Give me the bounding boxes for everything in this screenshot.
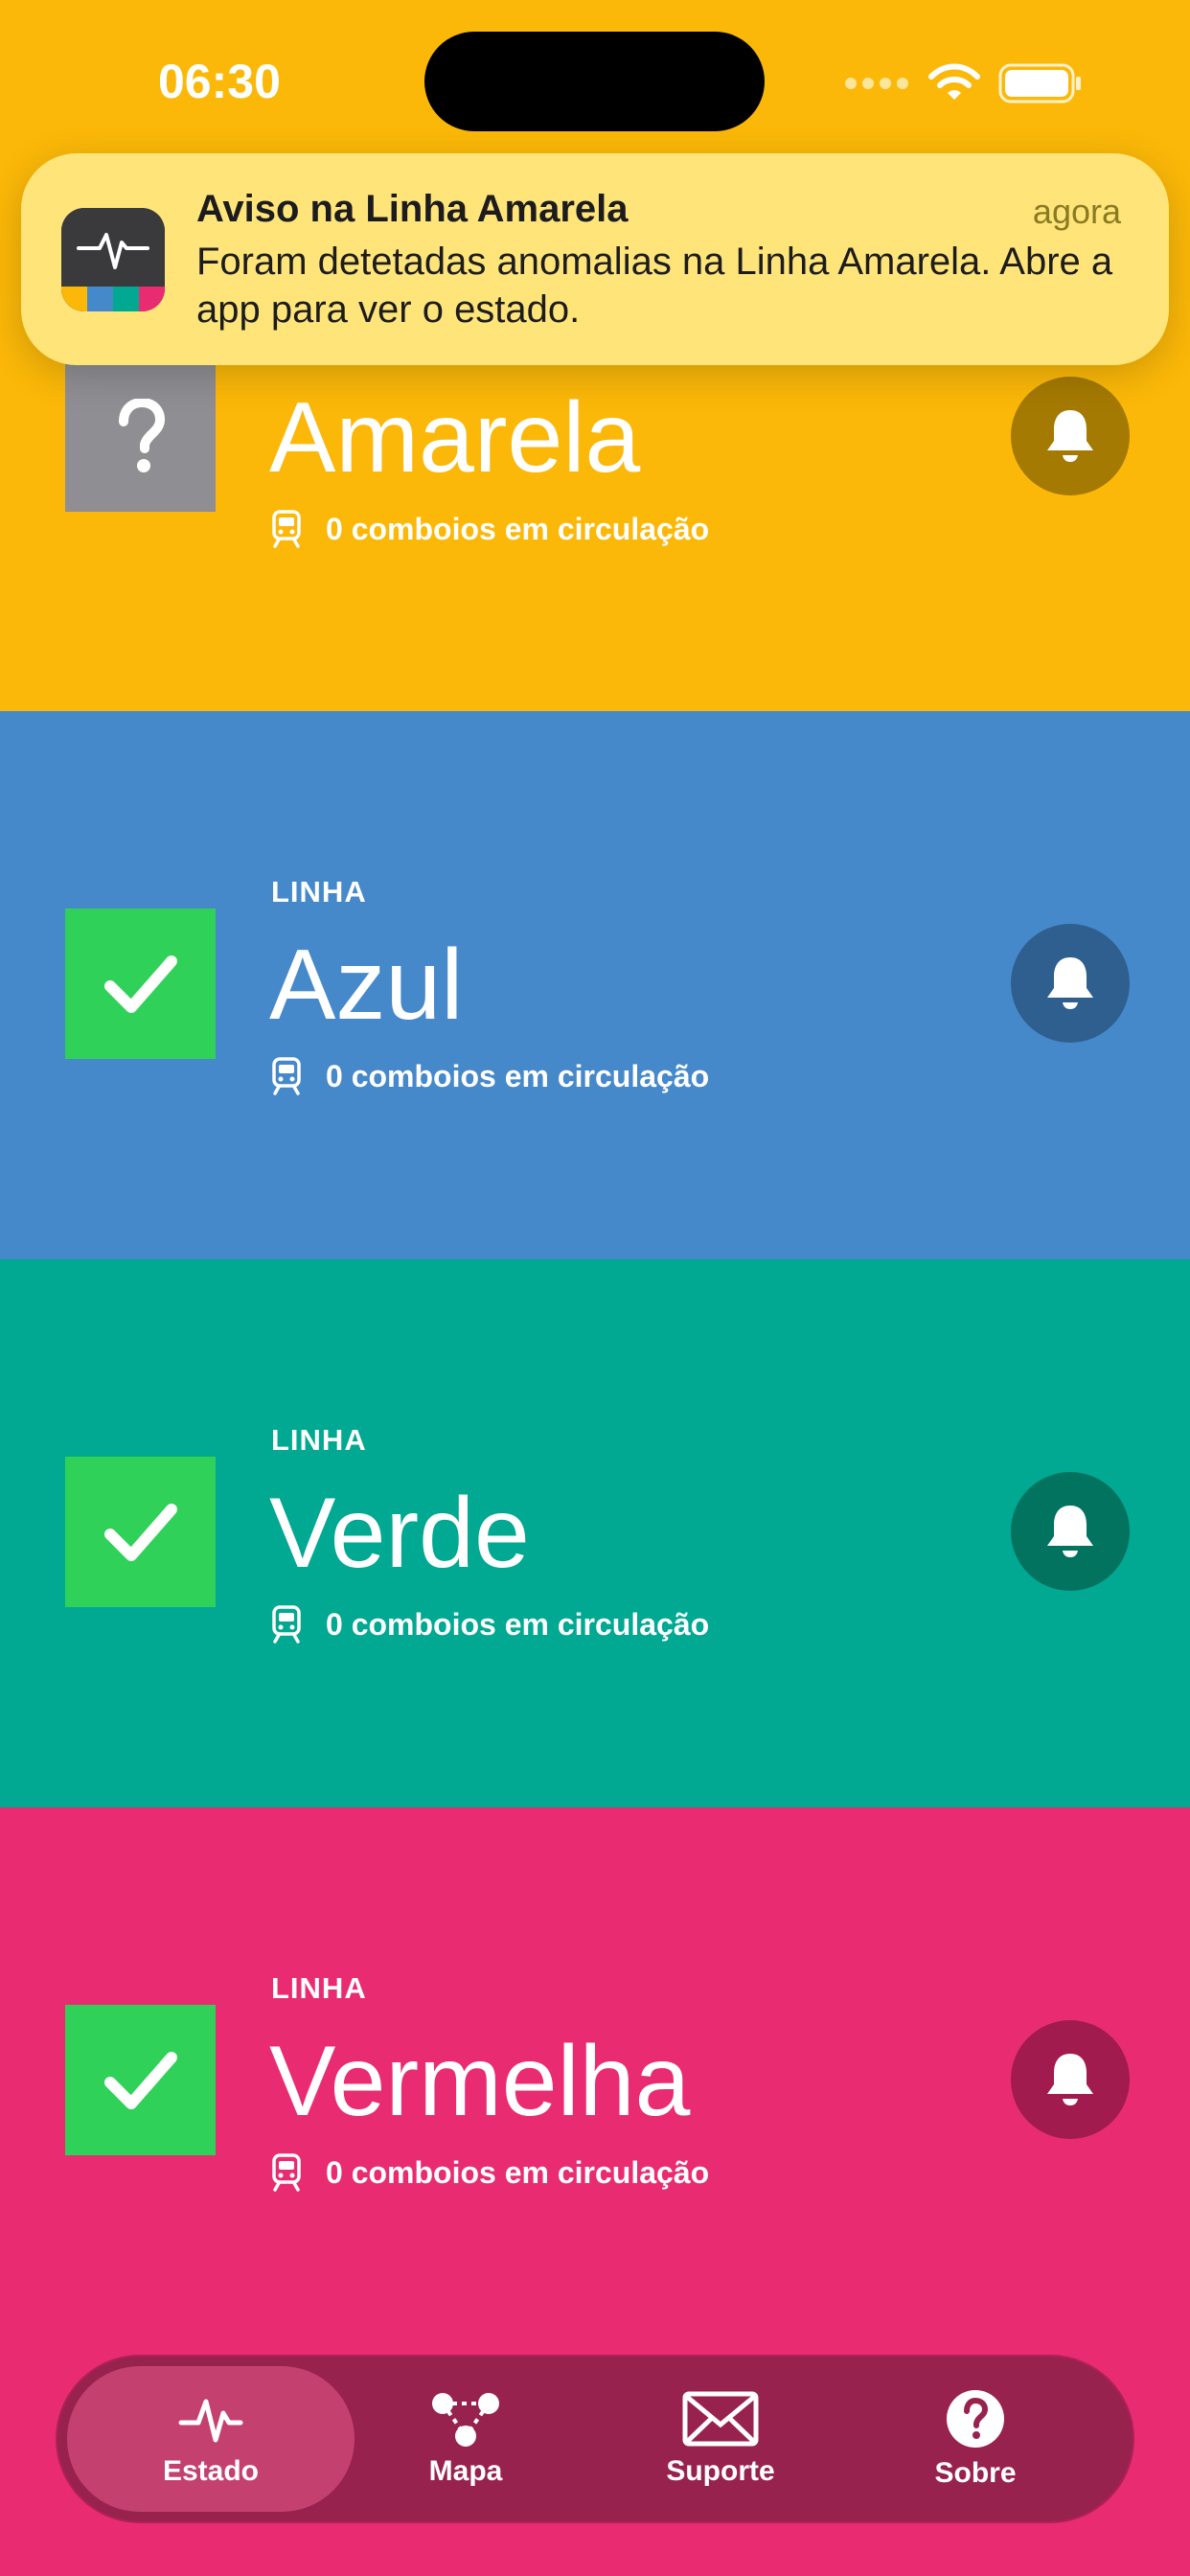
line-label: LINHA — [271, 1971, 367, 2005]
question-icon — [118, 398, 165, 472]
notifications-bell-button[interactable] — [1011, 2020, 1130, 2139]
line-name: Azul — [269, 930, 464, 1041]
tab-label: Estado — [162, 2455, 260, 2487]
line-label: LINHA — [271, 1423, 367, 1457]
trains-count-label: 0 comboios em circulação — [326, 1058, 710, 1093]
notifications-bell-button[interactable] — [1011, 924, 1130, 1043]
status-unknown-badge — [65, 361, 216, 512]
trains-in-circulation: 0 comboios em circulação — [271, 1057, 709, 1095]
tab-label: Mapa — [428, 2455, 503, 2487]
status-ok-badge — [65, 1457, 216, 1607]
cellular-signal-icon — [845, 78, 908, 89]
notification-body: Foram detetadas anomalias na Linha Amare… — [196, 241, 1113, 331]
question-circle-icon — [947, 2390, 1004, 2448]
tab-mapa[interactable]: Mapa — [322, 2366, 609, 2512]
line-section-verde[interactable]: LINHA Verde 0 comboios em circulação — [0, 1259, 1190, 1807]
line-name: Verde — [269, 1478, 530, 1589]
checkmark-icon — [103, 1503, 177, 1561]
status-bar-time: 06:30 — [158, 55, 281, 108]
pulse-icon — [178, 2399, 243, 2443]
trains-count-label: 0 comboios em circulação — [326, 511, 710, 546]
trains-count-label: 0 comboios em circulação — [326, 1606, 710, 1642]
train-icon — [272, 1605, 301, 1644]
pulse-app-icon — [61, 208, 165, 311]
bell-icon — [1047, 1506, 1093, 1557]
trains-in-circulation: 0 comboios em circulação — [271, 2153, 709, 2192]
line-name: Vermelha — [269, 2026, 691, 2137]
tab-estado[interactable]: Estado — [67, 2366, 355, 2512]
trains-count-label: 0 comboios em circulação — [326, 2154, 710, 2190]
dynamic-island — [424, 32, 765, 131]
bell-icon — [1047, 957, 1093, 1009]
network-map-icon — [432, 2393, 499, 2447]
train-icon — [272, 2153, 301, 2192]
wifi-icon — [928, 63, 980, 100]
tab-label: Suporte — [666, 2455, 775, 2487]
status-ok-badge — [65, 908, 216, 1059]
notifications-bell-button[interactable] — [1011, 1472, 1130, 1591]
tab-label: Sobre — [934, 2457, 1017, 2489]
train-icon — [272, 1057, 301, 1095]
battery-icon — [998, 63, 1081, 104]
notification-time: agora — [1032, 192, 1121, 231]
tab-bar: Estado Mapa Suporte Sobre — [57, 2357, 1133, 2521]
trains-in-circulation: 0 comboios em circulação — [271, 510, 709, 548]
notifications-bell-button[interactable] — [1011, 377, 1130, 495]
line-label: LINHA — [271, 875, 367, 908]
app-icon — [61, 208, 165, 311]
bell-icon — [1047, 2054, 1093, 2105]
train-icon — [272, 510, 301, 548]
notification-title: Aviso na Linha Amarela — [196, 188, 629, 230]
checkmark-icon — [103, 954, 177, 1013]
line-name: Amarela — [269, 382, 641, 494]
notification-banner[interactable]: Aviso na Linha Amarela agora Foram detet… — [21, 153, 1169, 365]
trains-in-circulation: 0 comboios em circulação — [271, 1605, 709, 1644]
status-bar-indicators — [843, 63, 1083, 104]
bell-icon — [1047, 410, 1093, 462]
line-section-azul[interactable]: LINHA Azul 0 comboios em circulação — [0, 711, 1190, 1259]
tab-suporte[interactable]: Suporte — [577, 2366, 864, 2512]
tab-sobre[interactable]: Sobre — [832, 2366, 1119, 2512]
checkmark-icon — [103, 2051, 177, 2109]
envelope-icon — [682, 2391, 759, 2447]
status-ok-badge — [65, 2005, 216, 2155]
